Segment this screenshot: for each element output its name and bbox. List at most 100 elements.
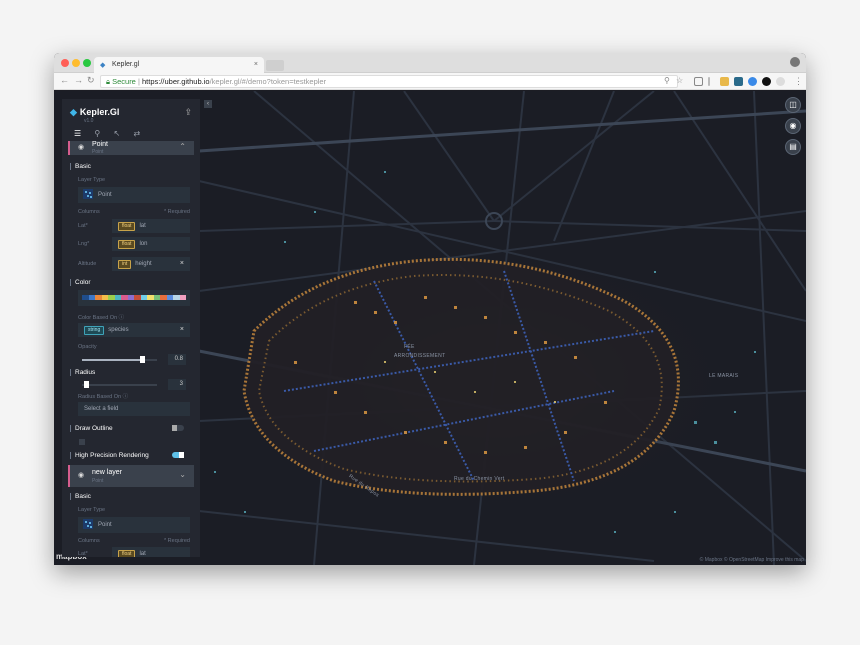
draw-outline-toggle[interactable] [172,425,184,431]
layer-name: new layer [92,469,122,476]
lock-icon: 🔒︎ [106,77,110,86]
profile-icon[interactable] [790,57,800,67]
high-precision-title: High Precision Rendering [70,452,149,459]
layer-sub: Point [92,478,104,484]
browser-window: ◆ Kepler.gl × ← → ↻ 🔒︎ Secure | https://… [54,53,806,565]
menu-dots-icon[interactable]: ⋮ [794,76,803,87]
filter-icon[interactable]: ⚲ [94,129,100,138]
lng-field-select[interactable]: float lon [112,237,190,251]
secure-label: Secure [112,77,136,86]
radius-value-input[interactable]: 3 [168,379,186,390]
app-version: v1.0 [84,118,94,124]
color-field-select[interactable]: string species × [78,323,190,337]
altitude-field-select[interactable]: int height × [112,257,190,271]
clear-color-field-icon[interactable]: × [180,323,184,337]
basic-section-title: Basic [70,163,91,170]
url-host: https://uber.github.io [142,77,210,86]
address-bar[interactable]: 🔒︎ Secure | https://uber.github.io/keple… [100,75,678,88]
lat-field-select[interactable]: float lat [112,219,190,233]
basic-section-title-2: Basic [70,493,91,500]
info-icon[interactable]: ⓘ [119,315,125,321]
map-canvas[interactable]: FÉE ARRONDISSEMENT LE MARAIS Rue du Repo… [54,91,806,565]
columns-label: Columns [78,209,100,215]
reload-icon[interactable]: ↻ [87,75,95,86]
opacity-value-input[interactable]: 0.8 [168,354,186,365]
collapse-panel-icon[interactable]: ‹ [204,100,212,108]
radius-based-on-label: Radius Based On ⓘ [78,392,128,400]
lat-value: lat [139,223,146,229]
tab-close-icon[interactable]: × [254,57,258,73]
browser-tab[interactable]: ◆ Kepler.gl × [94,57,264,73]
kepler-favicon-icon: ◆ [100,62,106,69]
map-label-street-2: Rue du Chemin Vert [454,476,505,482]
color-palette-select[interactable] [78,290,190,306]
new-tab-button[interactable] [266,60,284,71]
basemap-icon[interactable]: ⇄ [133,129,140,138]
kepler-logo-icon: ◆ [70,107,77,117]
palette-color-swatch [179,295,186,300]
layer-name: Point [92,141,108,148]
chevron-down-icon[interactable]: ⌄ [179,470,186,479]
app-name: Kepler.Gl [79,107,120,117]
info-icon[interactable]: ⓘ [123,394,129,400]
color-section-title: Color [70,279,91,286]
clear-altitude-icon[interactable]: × [180,257,184,271]
map-attribution[interactable]: © Mapbox © OpenStreetMap Improve this ma… [700,557,804,563]
back-icon[interactable]: ← [60,75,69,85]
lat-type-badge: float [118,222,136,231]
lat-field-select-2[interactable]: float lat [112,547,190,557]
panel-tabs: ☰ ⚲ ↖ ⇄ [74,129,151,138]
radius-field-select[interactable]: Select a field [78,402,190,416]
opacity-slider-fill [82,359,142,361]
lng-label: Lng* [78,241,90,247]
opacity-slider-handle[interactable] [140,356,145,363]
share-icon[interactable]: ⇪ [184,107,192,118]
radius-slider-handle[interactable] [84,381,90,388]
eye-icon[interactable]: ◉ [78,471,84,479]
layer-type-select[interactable]: Point [78,187,190,203]
extension-blue-icon[interactable] [748,77,757,86]
radius-slider-track[interactable] [82,384,157,386]
color-based-on-label: Color Based On ⓘ [78,313,124,321]
radius-section-title: Radius [70,369,95,376]
lat-value-2: lat [139,551,146,557]
lat-type-badge-2: float [118,550,136,557]
chevron-up-icon[interactable]: ⌃ [179,142,186,151]
layer-visibility-icon[interactable]: ◉ [785,118,801,134]
extension-dark-icon[interactable] [762,77,771,86]
radius-based-on-text: Radius Based On [78,394,122,400]
lat-label-2: Lat* [78,551,88,557]
altitude-value: height [135,261,152,267]
draw-outline-title: Draw Outline [70,425,113,432]
cast-icon[interactable] [694,77,703,86]
search-icon[interactable]: ⚲ [664,76,670,85]
extension-light-icon[interactable] [776,77,785,86]
layer-header-new[interactable]: ◉ new layer Point ⌄ [68,465,194,487]
split-map-icon[interactable]: ◫ [785,97,801,113]
maximize-window-button[interactable] [83,59,91,67]
interaction-icon[interactable]: ↖ [114,129,121,138]
radius-field-placeholder: Select a field [84,406,119,412]
required-label-2: * Required [164,538,190,544]
close-window-button[interactable] [61,59,69,67]
high-precision-toggle[interactable] [172,452,184,458]
extension-yellow-icon[interactable] [720,77,729,86]
layer-type-label: Layer Type [78,177,106,183]
required-label: * Required [164,209,190,215]
layer-type-select-2[interactable]: Point [78,517,190,533]
pen-extension-icon[interactable] [708,77,710,86]
map-label-district: ARRONDISSEMENT [394,353,446,359]
bookmark-star-icon[interactable]: ☆ [676,76,683,85]
eye-icon[interactable]: ◉ [78,143,84,151]
tab-title: Kepler.gl [112,61,140,68]
forward-icon[interactable]: → [74,75,83,85]
extension-grid-icon[interactable] [734,77,743,86]
map-legend-icon[interactable]: ▤ [785,139,801,155]
layer-header-point[interactable]: ◉ Point Point ⌃ [68,141,194,155]
layers-icon[interactable]: ☰ [74,129,81,138]
columns-label-2: Columns [78,538,100,544]
outline-checkbox[interactable] [79,439,85,445]
minimize-window-button[interactable] [72,59,80,67]
layer-type-value: Point [98,192,112,198]
lat-label: Lat* [78,223,88,229]
